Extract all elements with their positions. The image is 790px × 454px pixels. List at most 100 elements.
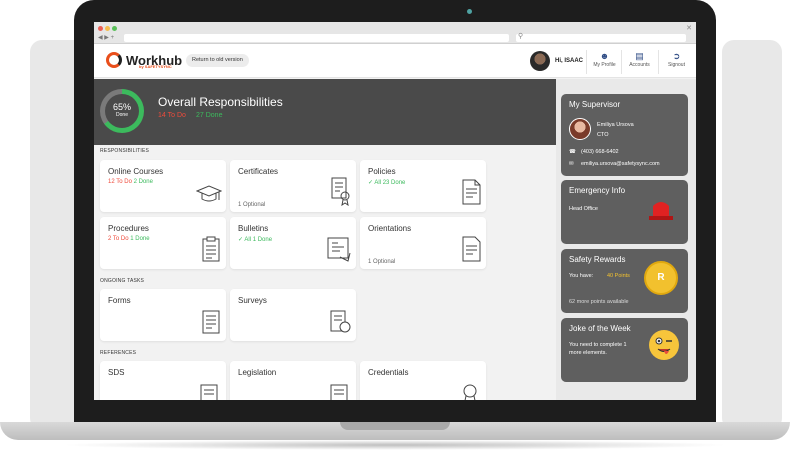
minimize-window-dot[interactable] bbox=[105, 26, 110, 31]
laptop-mockup: ◀ ▶ + ⚲ ✕ Workhub by SAFETYSYNC Return t… bbox=[0, 0, 790, 454]
winking-face-icon bbox=[649, 330, 679, 360]
card-optional: 1 Optional bbox=[368, 259, 396, 265]
progress-percent: 65% bbox=[112, 102, 131, 112]
supervisor-role: CTO bbox=[597, 132, 609, 138]
accounts-label: Accounts bbox=[629, 62, 650, 68]
card-certificates[interactable]: Certificates 1 Optional bbox=[230, 160, 356, 212]
joke-title: Joke of the Week bbox=[569, 324, 631, 333]
legislation-icon bbox=[330, 384, 348, 400]
rewards-title: Safety Rewards bbox=[569, 255, 626, 264]
card-todo: 12 To Do bbox=[108, 179, 132, 185]
card-surveys[interactable]: Surveys bbox=[230, 289, 356, 341]
laptop-notch bbox=[340, 422, 450, 430]
card-policies[interactable]: Policies ✓ All 23 Done bbox=[360, 160, 486, 212]
progress-ring: 65% Done bbox=[100, 89, 144, 133]
emergency-line: Head Office bbox=[569, 206, 598, 212]
overall-responsibilities-banner: 65% Done Overall Responsibilities 14 To … bbox=[94, 79, 556, 145]
card-legislation[interactable]: Legislation bbox=[230, 361, 356, 400]
backdrop-right bbox=[722, 40, 782, 430]
certificate-icon bbox=[331, 177, 350, 206]
my-profile-label: My Profile bbox=[593, 62, 616, 68]
camera-icon bbox=[467, 9, 472, 14]
card-title: Policies bbox=[368, 167, 396, 176]
card-title: Credentials bbox=[368, 368, 409, 377]
card-bulletins[interactable]: Bulletins ✓ All 1 Done bbox=[230, 217, 356, 269]
clipboard-icon bbox=[202, 236, 220, 262]
return-old-version-button[interactable]: Return to old version bbox=[186, 54, 249, 67]
user-avatar[interactable] bbox=[530, 51, 550, 71]
card-title: Surveys bbox=[238, 296, 267, 305]
card-title: Orientations bbox=[368, 224, 412, 233]
close-icon[interactable]: ✕ bbox=[686, 24, 692, 32]
card-procedures[interactable]: Procedures 2 To Do 1 Done bbox=[100, 217, 226, 269]
card-done: 1 Done bbox=[130, 236, 150, 242]
id-card-icon: ▤ bbox=[635, 51, 644, 61]
sds-sheet-icon bbox=[200, 384, 218, 400]
card-credentials[interactable]: Credentials bbox=[360, 361, 486, 400]
signout-icon: ➲ bbox=[672, 51, 681, 61]
card-title: SDS bbox=[108, 368, 125, 377]
my-supervisor-card[interactable]: My Supervisor Emiliya Ursova CTO ☎ (403)… bbox=[561, 94, 688, 176]
emergency-light-icon bbox=[649, 202, 673, 220]
orientation-document-icon bbox=[462, 236, 481, 262]
card-sds[interactable]: SDS bbox=[100, 361, 226, 400]
joke-text-line-2: more elements. bbox=[569, 350, 607, 356]
signout-button[interactable]: ➲ Signout bbox=[658, 50, 694, 74]
bulletin-board-icon bbox=[327, 237, 351, 262]
card-status: ✓ All 23 Done bbox=[368, 180, 406, 186]
card-title: Legislation bbox=[238, 368, 277, 377]
card-orientations[interactable]: Orientations 1 Optional bbox=[360, 217, 486, 269]
email-icon: ✉ bbox=[569, 161, 574, 167]
supervisor-title: My Supervisor bbox=[569, 100, 621, 109]
card-title: Online Courses bbox=[108, 167, 164, 176]
logo-sub: by SAFETYSYNC bbox=[139, 64, 172, 69]
section-ongoing-tasks: ONGOING TASKS bbox=[100, 278, 145, 284]
my-profile-button[interactable]: ☻ My Profile bbox=[586, 50, 622, 74]
section-references: REFERENCES bbox=[100, 350, 137, 356]
rewards-more: 62 more points available bbox=[569, 299, 629, 305]
supervisor-email[interactable]: emiliya.ursova@safetysync.com bbox=[581, 161, 660, 167]
card-status: 2 To Do 1 Done bbox=[108, 236, 150, 242]
credentials-icon bbox=[463, 384, 477, 400]
search-icon: ⚲ bbox=[518, 33, 524, 40]
card-title: Forms bbox=[108, 296, 131, 305]
card-todo: 2 To Do bbox=[108, 236, 129, 242]
graduation-cap-icon bbox=[196, 185, 222, 202]
close-window-dot[interactable] bbox=[98, 26, 103, 31]
rewards-you-have: You have: bbox=[569, 273, 594, 279]
maximize-window-dot[interactable] bbox=[112, 26, 117, 31]
browser-search[interactable] bbox=[516, 34, 686, 42]
card-online-courses[interactable]: Online Courses 12 To Do 2 Done bbox=[100, 160, 226, 212]
progress-ring-center: 65% Done bbox=[105, 94, 139, 128]
safety-rewards-card[interactable]: Safety Rewards You have: 40 Points 62 mo… bbox=[561, 249, 688, 313]
form-icon bbox=[202, 310, 220, 334]
laptop-shadow bbox=[60, 440, 730, 450]
card-title: Procedures bbox=[108, 224, 149, 233]
screen: ◀ ▶ + ⚲ ✕ Workhub by SAFETYSYNC Return t… bbox=[94, 22, 696, 400]
logo-mark-icon bbox=[106, 52, 122, 68]
card-done: 2 Done bbox=[133, 179, 153, 185]
rewards-points: 40 Points bbox=[607, 273, 630, 279]
browser-nav-buttons[interactable]: ◀ ▶ + bbox=[98, 34, 114, 41]
policy-document-icon bbox=[462, 179, 481, 205]
emergency-info-card[interactable]: Emergency Info Head Office bbox=[561, 180, 688, 244]
joke-text-line-1: You need to complete 1 bbox=[569, 342, 627, 348]
phone-icon: ☎ bbox=[569, 149, 576, 155]
supervisor-avatar bbox=[569, 118, 591, 140]
signout-label: Signout bbox=[668, 62, 685, 68]
card-status: 12 To Do 2 Done bbox=[108, 179, 153, 185]
todo-count[interactable]: 14 To Do bbox=[158, 112, 186, 119]
address-bar[interactable] bbox=[124, 34, 509, 42]
card-title: Certificates bbox=[238, 167, 279, 176]
greeting: Hi, ISAAC bbox=[555, 58, 584, 64]
page-title: Overall Responsibilities bbox=[158, 95, 283, 109]
accounts-button[interactable]: ▤ Accounts bbox=[621, 50, 657, 74]
joke-of-the-week-card[interactable]: Joke of the Week You need to complete 1 … bbox=[561, 318, 688, 382]
supervisor-phone[interactable]: (403) 668-6402 bbox=[581, 149, 619, 155]
section-responsibilities: RESPONSIBILITIES bbox=[100, 148, 150, 154]
done-count[interactable]: 27 Done bbox=[196, 112, 222, 119]
card-optional: 1 Optional bbox=[238, 202, 266, 208]
progress-label: Done bbox=[116, 112, 128, 118]
survey-icon bbox=[330, 310, 351, 333]
card-forms[interactable]: Forms bbox=[100, 289, 226, 341]
